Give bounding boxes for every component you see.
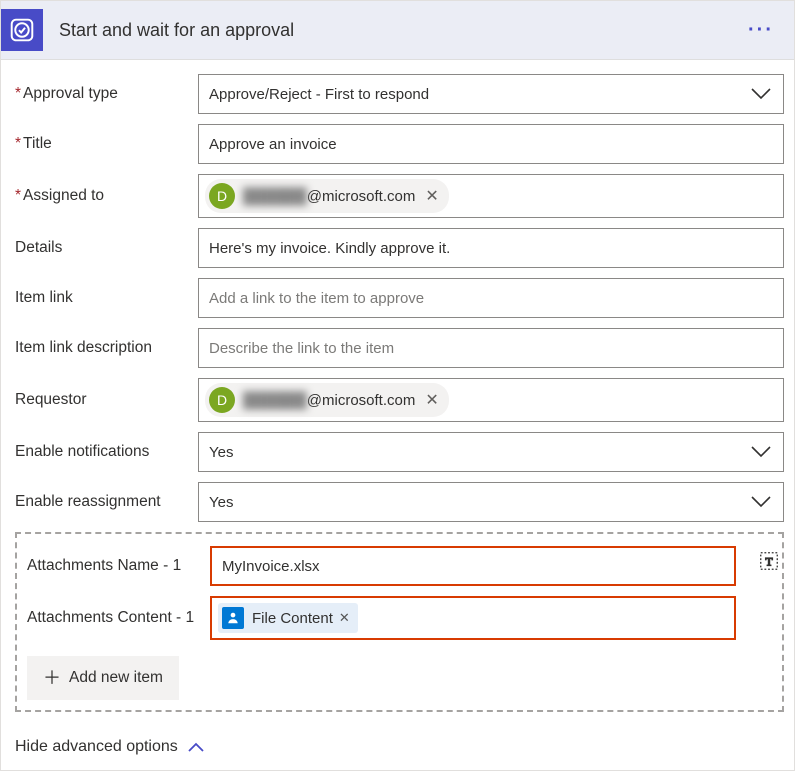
plus-icon: ＋ bbox=[43, 664, 61, 690]
assigned-to-name-redacted: ██████ bbox=[243, 188, 307, 205]
close-icon[interactable]: ✕ bbox=[425, 186, 438, 206]
title-input[interactable]: Approve an invoice bbox=[198, 124, 784, 164]
file-content-label: File Content bbox=[252, 610, 333, 627]
attachment-name-value: MyInvoice.xlsx bbox=[222, 558, 320, 575]
item-link-placeholder: Add a link to the item to approve bbox=[209, 290, 424, 307]
enable-notifications-select[interactable]: Yes bbox=[198, 432, 784, 472]
label-approval-type: Approval type bbox=[15, 84, 198, 103]
label-attach-content: Attachments Content - 1 bbox=[27, 608, 210, 627]
chevron-down-icon bbox=[751, 88, 771, 100]
requestor-name-redacted: ██████ bbox=[243, 392, 307, 409]
close-icon[interactable]: ✕ bbox=[425, 390, 438, 410]
attachments-group: T Attachments Name - 1 MyInvoice.xlsx At… bbox=[15, 532, 784, 712]
approval-icon bbox=[1, 9, 43, 51]
details-input[interactable]: Here's my invoice. Kindly approve it. bbox=[198, 228, 784, 268]
title-value: Approve an invoice bbox=[209, 136, 337, 153]
label-details: Details bbox=[15, 238, 198, 257]
label-item-link-desc: Item link description bbox=[15, 338, 198, 357]
enable-reassignment-select[interactable]: Yes bbox=[198, 482, 784, 522]
label-enable-notifications: Enable notifications bbox=[15, 442, 198, 461]
label-requestor: Requestor bbox=[15, 390, 198, 409]
item-link-desc-input[interactable]: Describe the link to the item bbox=[198, 328, 784, 368]
label-enable-reassignment: Enable reassignment bbox=[15, 492, 198, 511]
requestor-input[interactable]: D ██████ @microsoft.com ✕ bbox=[198, 378, 784, 422]
requestor-domain: @microsoft.com bbox=[307, 392, 416, 409]
item-link-desc-placeholder: Describe the link to the item bbox=[209, 340, 394, 357]
avatar: D bbox=[209, 387, 235, 413]
item-link-input[interactable]: Add a link to the item to approve bbox=[198, 278, 784, 318]
card-title: Start and wait for an approval bbox=[59, 20, 748, 41]
requestor-chip[interactable]: D ██████ @microsoft.com ✕ bbox=[205, 383, 449, 417]
chevron-up-icon bbox=[188, 742, 204, 752]
hide-advanced-label: Hide advanced options bbox=[15, 738, 178, 756]
label-attach-name: Attachments Name - 1 bbox=[27, 556, 210, 575]
card-body: Approval type Approve/Reject - First to … bbox=[1, 60, 794, 722]
enable-notifications-value: Yes bbox=[209, 444, 233, 461]
approval-type-select[interactable]: Approve/Reject - First to respond bbox=[198, 74, 784, 114]
add-new-item-button[interactable]: ＋ Add new item bbox=[27, 656, 179, 700]
svg-text:T: T bbox=[765, 555, 773, 569]
attachment-name-input[interactable]: MyInvoice.xlsx bbox=[210, 546, 736, 586]
approval-action-card: Start and wait for an approval ··· Appro… bbox=[0, 0, 795, 771]
card-menu-button[interactable]: ··· bbox=[748, 19, 780, 42]
label-item-link: Item link bbox=[15, 288, 198, 307]
file-content-icon bbox=[222, 607, 244, 629]
details-value: Here's my invoice. Kindly approve it. bbox=[209, 240, 450, 257]
assigned-to-chip[interactable]: D ██████ @microsoft.com ✕ bbox=[205, 179, 449, 213]
hide-advanced-options-toggle[interactable]: Hide advanced options bbox=[1, 722, 794, 770]
chevron-down-icon bbox=[751, 496, 771, 508]
label-title: Title bbox=[15, 134, 198, 153]
chevron-down-icon bbox=[751, 446, 771, 458]
close-icon[interactable]: ✕ bbox=[339, 610, 350, 626]
approval-type-value: Approve/Reject - First to respond bbox=[209, 86, 429, 103]
attachment-content-input[interactable]: File Content ✕ bbox=[210, 596, 736, 640]
add-new-item-label: Add new item bbox=[69, 669, 163, 687]
label-assigned-to: Assigned to bbox=[15, 186, 198, 205]
assigned-to-domain: @microsoft.com bbox=[307, 188, 416, 205]
enable-reassignment-value: Yes bbox=[209, 494, 233, 511]
dynamic-content-button[interactable]: T bbox=[756, 548, 782, 574]
card-header[interactable]: Start and wait for an approval ··· bbox=[1, 1, 794, 60]
assigned-to-input[interactable]: D ██████ @microsoft.com ✕ bbox=[198, 174, 784, 218]
file-content-token[interactable]: File Content ✕ bbox=[218, 603, 358, 633]
avatar: D bbox=[209, 183, 235, 209]
